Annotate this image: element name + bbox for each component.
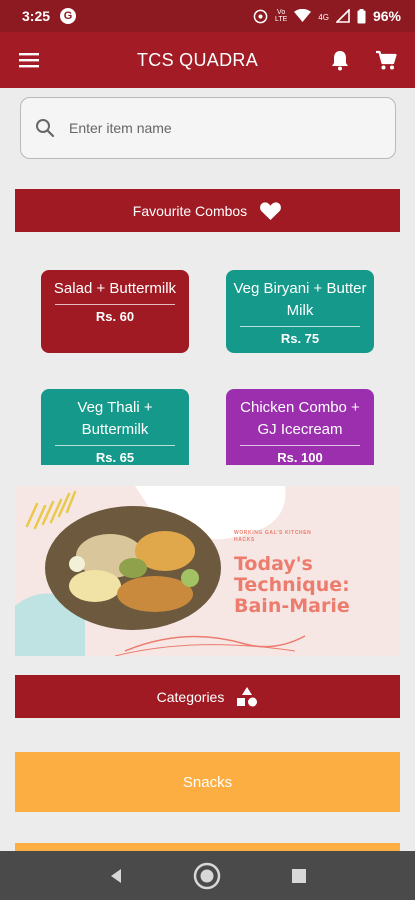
volte-top-label: Vo [277, 9, 286, 16]
hamburger-menu-icon [19, 53, 39, 68]
combo-price: Rs. 65 [95, 450, 135, 465]
status-time: 3:25 [22, 8, 51, 24]
search-icon [36, 119, 55, 138]
combo-card[interactable]: Veg Thali + Buttermilk Rs. 65 [41, 389, 189, 465]
categories-label: Categories [156, 688, 225, 705]
hotspot-icon [253, 9, 268, 23]
google-app-badge: G [60, 8, 77, 24]
signal-type-label: 4G [318, 13, 329, 22]
banner-title: Today's Technique: Bain-Marie [234, 553, 350, 617]
promo-banner[interactable]: WORKING GAL'S KITCHEN HACKS Today's Tech… [15, 486, 400, 656]
back-icon [110, 868, 121, 883]
home-icon [194, 862, 221, 889]
app-bar: TCS QUADRA [0, 32, 415, 88]
combo-card[interactable]: Chicken Combo + GJ Icecream Rs. 100 [226, 389, 374, 465]
signal-icon [335, 9, 350, 23]
home-button[interactable] [187, 856, 227, 896]
combo-name: Salad + Buttermilk [53, 280, 177, 297]
cart-icon [376, 50, 397, 69]
search-input[interactable] [69, 120, 349, 136]
favourite-combos-header: Favourite Combos [15, 189, 400, 232]
battery-icon [357, 8, 366, 23]
notifications-button[interactable] [317, 32, 363, 88]
volte-indicator: Vo LTE [275, 9, 287, 23]
category-item-snacks[interactable]: Snacks [15, 752, 400, 812]
app-title: TCS QUADRA [136, 49, 258, 70]
combo-price: Rs. 60 [95, 309, 135, 324]
system-nav-bar [0, 851, 415, 900]
category-label: Snacks [182, 773, 233, 791]
menu-button[interactable] [0, 32, 58, 88]
status-icons: Vo LTE 4G 96% [253, 8, 401, 24]
cart-button[interactable] [363, 32, 409, 88]
bell-icon [332, 50, 348, 70]
banner-tagline: WORKING GAL'S KITCHEN HACKS [234, 530, 312, 543]
favourite-combos-label: Favourite Combos [132, 202, 248, 219]
recents-icon [292, 868, 307, 883]
status-bar: 3:25 G Vo LTE 4G 96% [0, 0, 415, 32]
combo-card[interactable]: Salad + Buttermilk Rs. 60 [41, 270, 189, 353]
battery-percent: 96% [372, 8, 401, 24]
combo-name: Veg Biryani + Butter Milk [233, 280, 367, 319]
combo-price: Rs. 100 [277, 450, 323, 465]
wifi-icon [294, 9, 312, 22]
heart-icon [260, 201, 282, 220]
combo-card[interactable]: Veg Biryani + Butter Milk Rs. 75 [226, 270, 374, 353]
categories-header: Categories [15, 675, 400, 718]
combo-name: Chicken Combo + GJ Icecream [240, 399, 360, 438]
shapes-icon [237, 686, 258, 706]
volte-bottom-label: LTE [274, 16, 288, 23]
combo-name: Veg Thali + Buttermilk [77, 399, 153, 438]
search-box [20, 97, 396, 159]
back-button[interactable] [96, 856, 136, 896]
combo-price: Rs. 75 [280, 331, 320, 346]
recents-button[interactable] [279, 856, 319, 896]
